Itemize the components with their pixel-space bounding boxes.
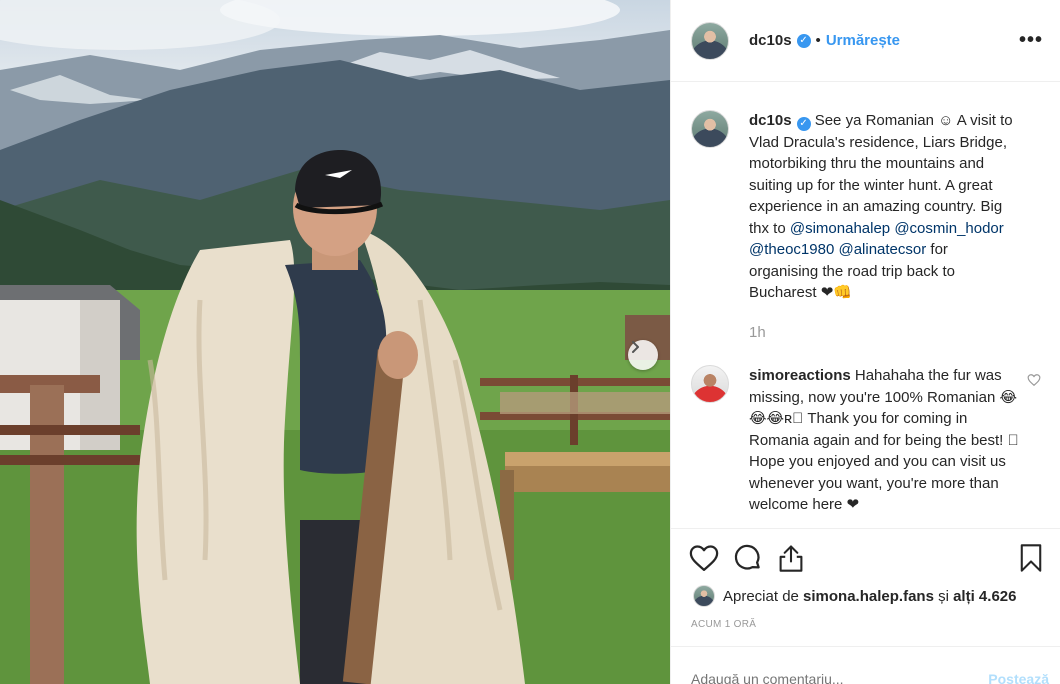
separator-dot: • xyxy=(815,32,821,49)
mention-cosmin-hodor[interactable]: @cosmin_hodor xyxy=(894,220,1003,237)
more-options-icon[interactable]: ••• xyxy=(1019,29,1043,52)
author-avatar[interactable] xyxy=(691,21,729,60)
comment-username[interactable]: simoreactions xyxy=(749,367,851,384)
post-timestamp[interactable]: Acum 1 oră xyxy=(691,619,756,630)
caption-text-1: See ya Romanian ☺ A visit to Vlad Dracul… xyxy=(749,112,1013,237)
liker-username[interactable]: simona.halep.fans xyxy=(803,588,934,605)
mention-alinatecsor[interactable]: @alinatecsor xyxy=(838,241,926,258)
likes-summary: Apreciat de simona.halep.fans și alți 4.… xyxy=(693,585,1016,607)
likes-text: Apreciat de simona.halep.fans și alți 4.… xyxy=(723,588,1016,605)
heart-icon[interactable] xyxy=(689,544,719,572)
next-image-button[interactable] xyxy=(628,340,658,370)
list-item: simoreactions Hahahaha the fur was missi… xyxy=(671,365,1060,516)
add-comment-bar: Postează xyxy=(671,646,1060,684)
commenter-avatar[interactable] xyxy=(691,365,729,403)
post-comment-button[interactable]: Postează xyxy=(988,671,1049,684)
photo-scene xyxy=(0,0,670,684)
comment-text: Hahahaha the fur was missing, now you're… xyxy=(749,367,1019,513)
chevron-right-icon xyxy=(632,341,639,353)
likes-others[interactable]: alți 4.626 xyxy=(953,588,1016,605)
comments-list[interactable]: dc10s ✓ See ya Romanian ☺ A visit to Vlad… xyxy=(671,82,1060,528)
liker-avatar[interactable] xyxy=(693,585,715,607)
mention-simonahalep[interactable]: @simonahalep xyxy=(790,220,890,237)
share-icon[interactable] xyxy=(777,543,805,573)
verified-badge-icon: ✓ xyxy=(796,117,811,131)
verified-badge-icon: ✓ xyxy=(796,33,811,48)
caption-body: dc10s ✓ See ya Romanian ☺ A visit to Vlad… xyxy=(749,110,1019,343)
caption: dc10s ✓ See ya Romanian ☺ A visit to Vlad… xyxy=(671,110,1060,343)
likes-middle: și xyxy=(933,587,954,605)
caption-time: 1h xyxy=(749,323,766,341)
likes-prefix: Apreciat de xyxy=(723,587,804,605)
post-photo[interactable] xyxy=(0,0,670,684)
caption-avatar[interactable] xyxy=(691,110,729,148)
action-icons xyxy=(689,541,1043,575)
author-username[interactable]: dc10s xyxy=(749,32,792,49)
mention-theoc1980[interactable]: @theoc1980 xyxy=(749,241,834,258)
post-sidebar: dc10s ✓ • Urmărește ••• dc10s ✓ See ya Ro… xyxy=(670,0,1060,684)
bookmark-icon[interactable] xyxy=(1019,543,1043,573)
follow-button[interactable]: Urmărește xyxy=(826,32,900,49)
comment-input[interactable] xyxy=(691,671,989,684)
post-header: dc10s ✓ • Urmărește ••• xyxy=(671,0,1060,82)
like-comment-icon[interactable] xyxy=(1027,373,1041,516)
comment-icon[interactable] xyxy=(733,543,763,573)
caption-username[interactable]: dc10s xyxy=(749,112,792,129)
comment-body: simoreactions Hahahaha the fur was missi… xyxy=(749,365,1019,516)
